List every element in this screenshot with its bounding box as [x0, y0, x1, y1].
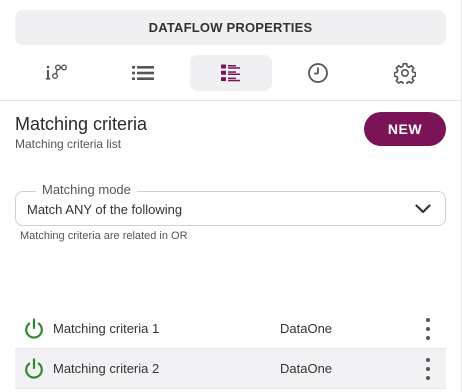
section-subtitle: Matching criteria list	[15, 137, 122, 151]
criteria-source: DataOne	[280, 361, 333, 376]
tab-list[interactable]	[102, 55, 184, 91]
criteria-source: DataOne	[280, 321, 333, 336]
tab-matching-criteria[interactable]	[189, 55, 272, 91]
chevron-down-icon	[415, 204, 431, 214]
tab-info[interactable]	[15, 55, 97, 91]
power-icon[interactable]	[24, 318, 44, 340]
criteria-list: Matching criteria 1 DataOne Matching cri…	[15, 309, 446, 389]
section-title: Matching criteria	[15, 114, 148, 134]
tab-settings[interactable]	[364, 55, 446, 91]
dataflow-properties-panel: DATAFLOW PROPERTIES Matching criteria Ma…	[0, 0, 462, 392]
tab-history[interactable]	[277, 55, 359, 91]
matching-mode-label: Matching mode	[36, 182, 137, 197]
clock-icon	[307, 63, 328, 83]
list-item[interactable]: Matching criteria 2 DataOne	[15, 349, 446, 389]
tab-bar	[15, 55, 446, 91]
criteria-name: Matching criteria 1	[53, 321, 160, 336]
matching-mode-helper: Matching criteria are related in OR	[20, 230, 188, 242]
panel-header: DATAFLOW PROPERTIES	[15, 10, 446, 45]
header-divider	[0, 100, 462, 101]
more-options-icon[interactable]	[420, 358, 436, 380]
matching-mode-value: Match ANY of the following	[27, 202, 183, 217]
gear-icon	[394, 63, 416, 84]
list-item[interactable]: Matching criteria 1 DataOne	[15, 309, 446, 349]
info-flow-icon	[45, 64, 67, 80]
new-criteria-button[interactable]: NEW	[364, 112, 446, 146]
criteria-name: Matching criteria 2	[53, 361, 160, 376]
criteria-list-icon	[220, 64, 240, 82]
panel-title: DATAFLOW PROPERTIES	[148, 20, 313, 35]
more-options-icon[interactable]	[420, 318, 436, 340]
list-icon	[132, 66, 155, 80]
power-icon[interactable]	[24, 358, 44, 380]
